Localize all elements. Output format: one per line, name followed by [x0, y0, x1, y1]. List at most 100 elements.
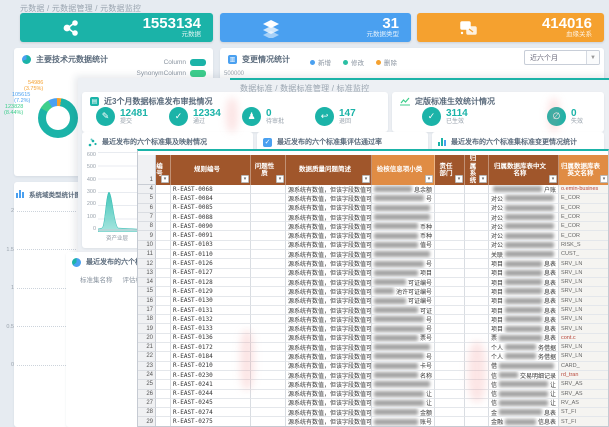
table-cell[interactable]: R-EAST-0085 [171, 204, 251, 213]
table-cell[interactable] [435, 306, 465, 315]
table-cell[interactable]: 源系统有数值，但该字段数值可 [286, 417, 372, 426]
table-cell[interactable]: SRV_LN [559, 269, 609, 278]
table-cell[interactable] [435, 408, 465, 417]
table-cell[interactable]: 项目息表 [489, 324, 559, 333]
row-number[interactable]: 14 [138, 278, 156, 287]
table-cell[interactable] [435, 213, 465, 222]
table-cell[interactable]: 可证编号 [372, 297, 435, 306]
table-cell[interactable]: ST_FI [559, 408, 609, 417]
table-cell[interactable] [251, 399, 286, 408]
table-cell[interactable] [465, 278, 489, 287]
row-number[interactable]: 27 [138, 399, 156, 408]
table-cell[interactable]: R-EAST-0110 [171, 250, 251, 259]
table-cell[interactable]: E_COR [559, 222, 609, 231]
table-cell[interactable] [435, 287, 465, 296]
table-cell[interactable]: 源系统有数值，但该字段数值可 [286, 334, 372, 343]
table-cell[interactable] [465, 287, 489, 296]
table-cell[interactable]: 源系统有数值，但该字段数值可 [286, 185, 372, 194]
table-cell[interactable]: SRV_LN [559, 278, 609, 287]
row-number[interactable]: 26 [138, 390, 156, 399]
table-cell[interactable] [251, 352, 286, 361]
table-cell[interactable]: 对公 [489, 213, 559, 222]
table-cell[interactable]: 可证编号 [372, 278, 435, 287]
table-cell[interactable]: SRV_LN [559, 352, 609, 361]
table-cell[interactable]: SRV_LN [559, 287, 609, 296]
filter-dropdown-icon[interactable]: ▾ [479, 175, 487, 183]
table-cell[interactable] [435, 269, 465, 278]
table-cell[interactable]: 金额 [372, 408, 435, 417]
table-cell[interactable] [251, 334, 286, 343]
table-cell[interactable] [372, 213, 435, 222]
table-cell[interactable]: R-EAST-0103 [171, 241, 251, 250]
table-cell[interactable]: 源系统有数值，但该字段数值可 [286, 222, 372, 231]
row-number[interactable]: 4 [138, 185, 156, 194]
table-cell[interactable]: 源系统有数值，但该字段数值可 [286, 278, 372, 287]
table-cell[interactable] [465, 259, 489, 268]
table-cell[interactable] [251, 343, 286, 352]
table-cell[interactable]: CARD_ [559, 362, 609, 371]
row-number[interactable]: 10 [138, 241, 156, 250]
table-cell[interactable]: 对公 [489, 241, 559, 250]
filter-dropdown-icon[interactable]: ▾ [276, 175, 284, 183]
table-cell[interactable]: 个人务借据 [489, 343, 559, 352]
table-cell[interactable] [435, 297, 465, 306]
table-cell[interactable]: 票息表 [489, 334, 559, 343]
row-number[interactable]: 9 [138, 231, 156, 240]
table-cell[interactable] [156, 297, 171, 306]
table-cell[interactable] [251, 287, 286, 296]
table-cell[interactable] [465, 297, 489, 306]
table-cell[interactable]: 金融信息表 [489, 417, 559, 426]
row-number[interactable]: 7 [138, 213, 156, 222]
row-number-header[interactable]: 1 [138, 155, 156, 185]
table-cell[interactable]: R-EAST-0172 [171, 343, 251, 352]
table-cell[interactable] [251, 204, 286, 213]
table-cell[interactable] [372, 343, 435, 352]
table-cell[interactable]: SRV_LN [559, 343, 609, 352]
table-cell[interactable]: 源系统有数值，但该字段数值可 [286, 408, 372, 417]
table-cell[interactable]: R-EAST-0129 [171, 287, 251, 296]
row-number[interactable]: 24 [138, 371, 156, 380]
table-cell[interactable]: 源系统有数值，但该字段数值可 [286, 231, 372, 240]
table-cell[interactable] [156, 306, 171, 315]
table-cell[interactable]: 号 [372, 352, 435, 361]
table-cell[interactable]: 源系统有数值，但该字段数值可 [286, 306, 372, 315]
table-cell[interactable] [465, 204, 489, 213]
table-cell[interactable]: 项目息表 [489, 287, 559, 296]
table-cell[interactable]: 项目 [372, 269, 435, 278]
row-number[interactable]: 25 [138, 380, 156, 389]
table-cell[interactable]: R-EAST-0091 [171, 231, 251, 240]
row-number[interactable]: 13 [138, 269, 156, 278]
table-cell[interactable] [156, 222, 171, 231]
table-cell[interactable]: R-EAST-0088 [171, 213, 251, 222]
table-cell[interactable]: SRV_AS [559, 390, 609, 399]
table-cell[interactable]: SRV_LN [559, 324, 609, 333]
legend-item-column[interactable]: Column [137, 59, 207, 66]
row-number[interactable]: 22 [138, 352, 156, 361]
table-cell[interactable] [251, 417, 286, 426]
table-cell[interactable] [156, 352, 171, 361]
table-cell[interactable]: E_COR [559, 231, 609, 240]
table-cell[interactable] [156, 185, 171, 194]
table-cell[interactable]: SRV_LN [559, 297, 609, 306]
table-cell[interactable] [251, 371, 286, 380]
table-cell[interactable] [435, 334, 465, 343]
table-cell[interactable]: 值号 [372, 241, 435, 250]
table-cell[interactable] [156, 408, 171, 417]
table-cell[interactable] [251, 194, 286, 203]
table-cell[interactable]: SRV_LN [559, 315, 609, 324]
table-cell[interactable] [435, 324, 465, 333]
table-cell[interactable] [465, 408, 489, 417]
table-cell[interactable] [156, 343, 171, 352]
table-cell[interactable] [156, 194, 171, 203]
table-cell[interactable] [465, 185, 489, 194]
table-cell[interactable] [435, 371, 465, 380]
table-cell[interactable] [465, 250, 489, 259]
legend-item-修改[interactable]: 修改 [343, 57, 364, 67]
table-cell[interactable]: 借 [489, 362, 559, 371]
table-cell[interactable]: 源系统有数值，但该字段数值可 [286, 371, 372, 380]
table-cell[interactable] [156, 417, 171, 426]
table-cell[interactable]: 源系统有数值，但该字段数值可 [286, 390, 372, 399]
table-cell[interactable] [251, 231, 286, 240]
row-number[interactable]: 12 [138, 259, 156, 268]
row-number[interactable]: 17 [138, 306, 156, 315]
